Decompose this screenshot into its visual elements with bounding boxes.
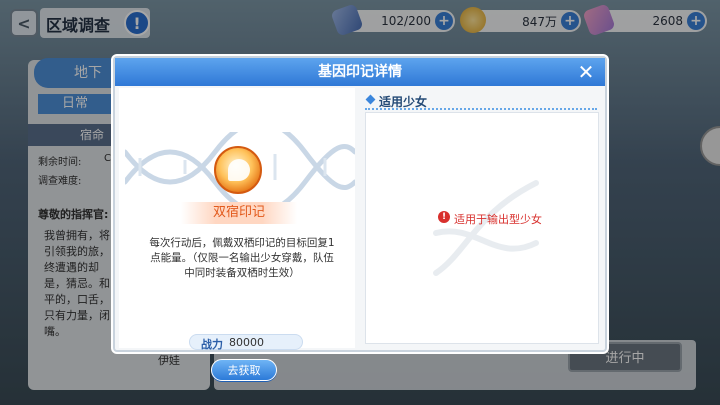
applicable-header: 适用少女 — [365, 92, 597, 110]
applicable-pane: 适用少女 ! 适用于输出型少女 — [359, 88, 603, 348]
gene-mark-dialog: 基因印记详情 ✕ 双宿印记 每次行动后，佩戴双栖印记的目标回复1点能量。（仅限一… — [113, 56, 607, 381]
warning-icon: ! — [438, 211, 450, 223]
applicable-label: 适用少女 — [379, 95, 428, 109]
diamond-bullet-icon — [365, 94, 376, 105]
emblem-description: 每次行动后，佩戴双栖印记的目标回复1点能量。（仅限一名输出少女穿戴，队伍中同时装… — [149, 237, 335, 279]
go-obtain-button[interactable]: 去获取 — [211, 359, 277, 381]
twin-mark-emblem-icon — [214, 146, 262, 194]
warning-text: 适用于输出型少女 — [454, 213, 542, 226]
close-icon[interactable]: ✕ — [575, 61, 597, 83]
dialog-title: 基因印记详情 — [318, 64, 402, 80]
power-value: 80000 — [229, 336, 264, 349]
applicable-list: ! 适用于输出型少女 — [365, 112, 599, 344]
mark-detail-pane: 双宿印记 每次行动后，佩戴双栖印记的目标回复1点能量。（仅限一名输出少女穿戴，队… — [119, 88, 355, 381]
emblem-name: 双宿印记 — [181, 202, 297, 224]
power-label: 战力 — [201, 338, 223, 351]
dna-watermark-icon — [433, 180, 539, 276]
